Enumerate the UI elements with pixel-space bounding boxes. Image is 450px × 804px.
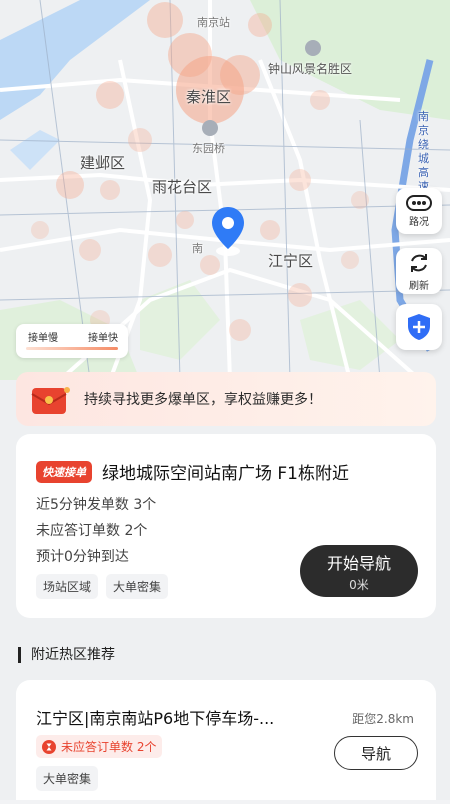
order-speed-legend: 接单慢 接单快	[16, 324, 128, 358]
nearby-item-title: 江宁区|南京南站P6地下停车场-...	[36, 709, 275, 728]
legend-slow-label: 接单慢	[28, 333, 58, 344]
map-label-nanjing-station: 南京站	[197, 16, 230, 29]
nearby-hot-zone-item[interactable]: 江宁区|南京南站P6地下停车场-... 距您2.8km 未应答订单数 2个 大单…	[16, 680, 436, 800]
navigation-distance: 0米	[349, 577, 369, 592]
legend-fast-label: 接单快	[88, 333, 118, 344]
chip-large-orders: 大单密集	[106, 574, 169, 599]
map-label-yuhuatai: 雨花台区	[152, 178, 213, 196]
nearby-item-unanswered: 未应答订单数 2个	[61, 740, 157, 754]
chip-station-area: 场站区域	[36, 574, 99, 599]
hot-zone-title: 绿地城际空间站南广场 F1栋附近	[102, 464, 349, 484]
nearby-item-chip: 大单密集	[36, 766, 99, 791]
fast-order-tag: 快速接单	[36, 460, 92, 483]
legend-gradient-bar	[26, 347, 118, 350]
map-label-zhongshan: 钟山风景名胜区	[268, 62, 353, 76]
nearby-navigate-label: 导航	[360, 744, 391, 763]
hourglass-icon	[42, 739, 56, 754]
hot-zone-card[interactable]: 快速接单 绿地城际空间站南广场 F1栋附近 近5分钟发单数 3个 未应答订单数 …	[16, 434, 436, 618]
road-condition-button[interactable]: 路况	[396, 188, 442, 234]
map-label-dongyuanqiao: 东园桥	[192, 142, 225, 155]
recent-orders-stat: 近5分钟发单数 3个	[36, 497, 157, 513]
map-label-nan: 南	[192, 242, 203, 255]
promo-banner[interactable]: 持续寻找更多爆单区，享权益赚更多！	[16, 372, 436, 426]
road-condition-icon	[406, 194, 432, 211]
nearby-navigate-button[interactable]: 导航	[334, 736, 418, 770]
map-label-jianye: 建邺区	[80, 154, 126, 172]
map-label-expressway: 南京绕城高速	[418, 110, 429, 193]
nearby-hot-zones-title: 附近热区推荐	[18, 647, 115, 663]
start-navigation-button[interactable]: 开始导航 0米	[300, 545, 418, 597]
shield-plus-icon	[408, 314, 430, 340]
map-label-qinhuai: 秦淮区	[186, 88, 232, 106]
unanswered-orders-stat: 未应答订单数 2个	[36, 523, 148, 539]
refresh-label: 刷新	[409, 280, 429, 292]
promo-banner-text: 持续寻找更多爆单区，享权益赚更多！	[84, 392, 322, 408]
map-label-jiangning: 江宁区	[268, 252, 314, 270]
road-condition-label: 路况	[409, 216, 429, 228]
red-envelope-icon	[30, 382, 72, 418]
nearby-item-distance: 距您2.8km	[352, 712, 414, 726]
start-navigation-label: 开始导航	[326, 553, 391, 573]
refresh-button[interactable]: 刷新	[396, 248, 442, 294]
refresh-icon	[411, 253, 427, 272]
safety-shield-button[interactable]	[396, 304, 442, 350]
eta-stat: 预计0分钟到达	[36, 549, 129, 565]
location-pin-icon	[210, 205, 246, 257]
